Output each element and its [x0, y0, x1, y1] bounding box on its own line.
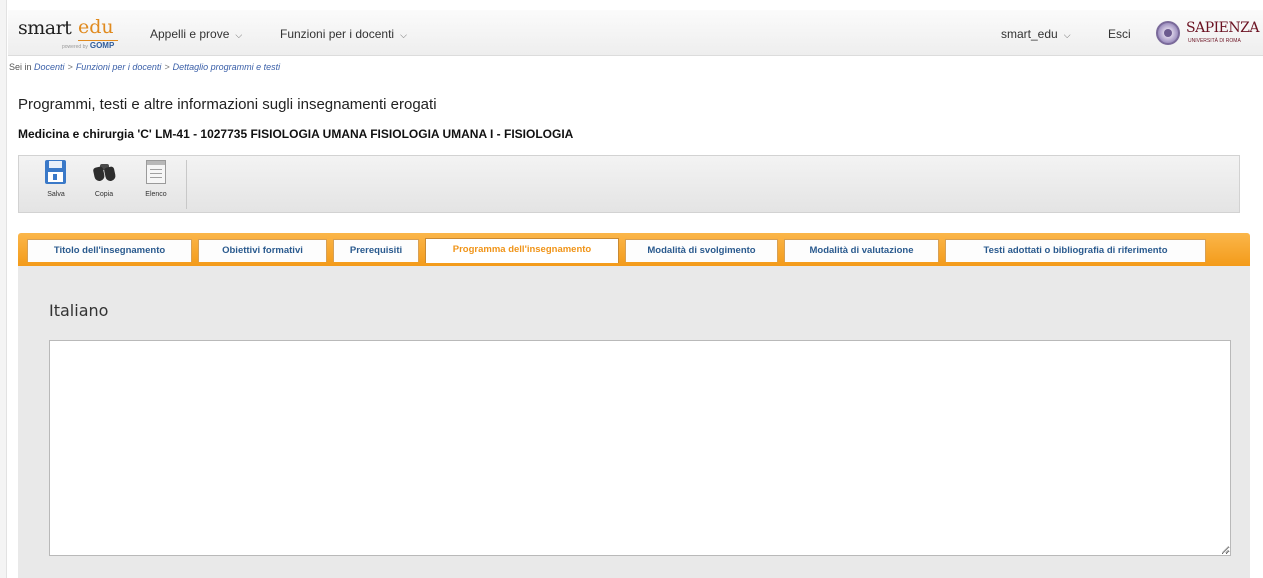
list-button[interactable]: Elenco: [144, 160, 168, 210]
breadcrumb-funzioni-per-i-docenti[interactable]: Funzioni per i docenti: [76, 62, 162, 72]
breadcrumb-docenti[interactable]: Docenti: [34, 62, 65, 72]
tab-titolo-insegnamento[interactable]: Titolo dell'insegnamento: [27, 239, 192, 262]
course-title: Medicina e chirurgia 'C' LM-41 - 1027735…: [18, 127, 574, 141]
list-button-label: Elenco: [145, 191, 167, 198]
sapienza-brand-subtitle: UNIVERSITÀ DI ROMA: [1188, 38, 1241, 44]
save-icon: [45, 160, 67, 186]
tab-modalita-valutazione[interactable]: Modalità di valutazione: [784, 239, 939, 262]
tab-testi-adottati[interactable]: Testi adottati o bibliografia di riferim…: [945, 239, 1206, 262]
logo-gomp-prefix: powered by: [62, 44, 88, 50]
programma-textarea[interactable]: [49, 340, 1231, 556]
section-tab-bar: Titolo dell'insegnamento Obiettivi forma…: [18, 233, 1250, 266]
list-icon: [145, 160, 167, 186]
menu-funzioni-label: Funzioni per i docenti: [280, 27, 395, 41]
logo-gomp-text: powered by GOMP: [62, 41, 114, 50]
breadcrumb-lead: Sei in: [9, 62, 32, 72]
action-toolbar: Salva Copia Elenco: [18, 155, 1240, 213]
user-menu[interactable]: smart_edu ⌵: [1001, 27, 1071, 41]
smart-edu-logo[interactable]: smart edu powered by GOMP: [18, 16, 148, 51]
breadcrumb-separator: >: [67, 62, 73, 72]
copy-button-label: Copia: [94, 191, 114, 198]
menu-appelli-label: Appelli e prove: [150, 27, 230, 41]
breadcrumb-separator: >: [164, 62, 170, 72]
resize-grip-icon[interactable]: [1221, 545, 1229, 553]
save-button-label: Salva: [47, 191, 65, 198]
page: smart edu powered by GOMP Appelli e prove…: [0, 0, 1263, 578]
logo-gomp-name: GOMP: [89, 41, 115, 50]
chevron-down-icon: ⌵: [1063, 30, 1071, 40]
logout-link[interactable]: Esci: [1108, 27, 1131, 41]
breadcrumb-dettaglio-programmi[interactable]: Dettaglio programmi e testi: [173, 62, 281, 72]
top-navigation-bar: smart edu powered by GOMP Appelli e prove…: [8, 10, 1263, 56]
copy-button[interactable]: Copia: [92, 160, 117, 210]
page-title: Programmi, testi e altre informazioni su…: [18, 96, 437, 113]
tab-modalita-svolgimento[interactable]: Modalità di svolgimento: [625, 239, 778, 262]
tab-content-panel: Italiano: [18, 266, 1250, 578]
breadcrumb: Sei in Docenti > Funzioni per i docenti > De…: [9, 62, 280, 72]
sapienza-brand: SAPIENZA: [1186, 20, 1259, 36]
menu-funzioni-per-i-docenti[interactable]: Funzioni per i docenti ⌵: [280, 27, 407, 41]
university-seal-icon: [1156, 21, 1180, 45]
language-label: Italiano: [49, 301, 109, 320]
window-left-edge: [0, 0, 7, 578]
logo-smart-text: smart: [18, 17, 72, 39]
menu-appelli-e-prove[interactable]: Appelli e prove ⌵: [150, 27, 242, 41]
chevron-down-icon: ⌵: [400, 30, 407, 40]
tab-prerequisiti[interactable]: Prerequisiti: [333, 239, 419, 262]
logo-edu-text: edu: [78, 16, 114, 38]
tab-obiettivi-formativi[interactable]: Obiettivi formativi: [198, 239, 327, 262]
save-button[interactable]: Salva: [44, 160, 68, 210]
binoculars-icon: [92, 160, 117, 186]
toolbar-divider: [186, 160, 187, 209]
chevron-down-icon: ⌵: [235, 30, 243, 40]
tab-programma-insegnamento[interactable]: Programma dell'insegnamento: [425, 238, 619, 263]
user-menu-label: smart_edu: [1001, 27, 1058, 41]
